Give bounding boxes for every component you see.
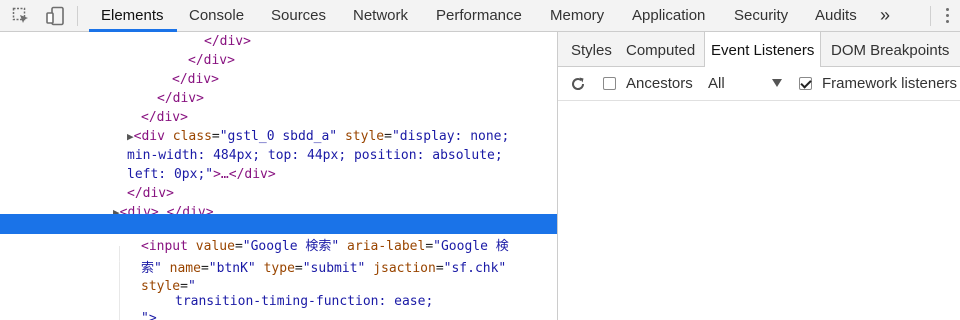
attribute-value: left: 0px;" [127, 167, 214, 182]
dom-node-line[interactable]: </div> [141, 108, 557, 127]
node-actions-ellipsis[interactable]: ... [4, 234, 27, 254]
refresh-icon[interactable] [570, 67, 586, 101]
attribute-name: aria-label [347, 239, 426, 254]
dom-node-line[interactable]: "> [141, 309, 557, 320]
attribute-value: "btnK" [208, 261, 256, 276]
event-listeners-toolbar: Ancestors All Framework listeners [558, 67, 960, 101]
attribute-value: "sf.chk" [443, 261, 507, 276]
opening-tag: <div [133, 129, 173, 144]
dom-node-line[interactable]: ▶<div class="gstl_0 sbdd_a" style="displ… [127, 127, 557, 146]
dom-node-line[interactable]: </div> [188, 51, 557, 70]
ancestors-label: Ancestors [626, 75, 693, 92]
framework-listeners-label: Framework listeners [822, 75, 958, 92]
device-toolbar-icon[interactable] [44, 5, 66, 27]
dom-node-line[interactable]: min-width: 484px; top: 44px; position: a… [127, 146, 557, 165]
tab-memory[interactable]: Memory [550, 0, 604, 31]
tab-dom-breakpoints[interactable]: DOM Breakpoints [831, 32, 949, 67]
tab-event-listeners[interactable]: Event Listeners [704, 32, 822, 67]
expand-triangle-icon[interactable]: ▶ [127, 130, 134, 143]
chevron-down-icon[interactable] [772, 79, 782, 87]
closing-tag: </div> [157, 91, 204, 106]
dom-node-line[interactable]: <input value="Google 検索" aria-label="Goo… [141, 235, 557, 259]
tab-console[interactable]: Console [189, 0, 244, 31]
attribute-value: "> [141, 311, 157, 320]
ancestors-checkbox[interactable] [603, 77, 616, 90]
tab-application[interactable]: Application [632, 0, 705, 31]
attribute-name: class [172, 129, 212, 144]
tab-sources[interactable]: Sources [271, 0, 326, 31]
closing-tag: </div> [188, 53, 235, 68]
tab-elements[interactable]: Elements [101, 0, 164, 31]
attribute-name: value [195, 239, 235, 254]
attribute-value: "Google 検索" [242, 239, 340, 254]
attribute-value: "submit" [302, 261, 366, 276]
elements-dom-tree: </div> </div> </div> </div> </div> ▶<div… [0, 32, 557, 320]
selected-dom-node[interactable]: ... ▼<center> == $0 [0, 214, 557, 271]
toolbar-separator [77, 6, 78, 26]
attribute-value: "display: none; [391, 129, 510, 144]
framework-listeners-checkbox[interactable] [799, 77, 812, 90]
tab-network[interactable]: Network [353, 0, 408, 31]
closing-tag: </div> [127, 186, 174, 201]
overflow-chevron-icon[interactable]: » [880, 0, 890, 31]
closing-tag: >…</div> [213, 167, 276, 182]
dom-node-line[interactable]: </div> [127, 184, 557, 203]
attribute-name: jsaction [373, 261, 436, 276]
listener-type-select[interactable]: All [708, 67, 725, 101]
attribute-value: "gstl_0 sbdd_a" [219, 129, 338, 144]
dom-node-line[interactable]: </div> [204, 32, 557, 51]
tab-computed[interactable]: Computed [626, 32, 695, 67]
attribute-name: style [344, 129, 385, 144]
opening-tag: <input [141, 239, 196, 254]
attribute-name: type [263, 261, 295, 276]
closing-tag: </div> [172, 72, 219, 87]
dom-node-line[interactable]: </div> [157, 89, 557, 108]
tab-security[interactable]: Security [734, 0, 788, 31]
closing-tag: </div> [141, 110, 188, 125]
tab-styles[interactable]: Styles [571, 32, 612, 67]
dom-node-line[interactable]: left: 0px;">…</div> [127, 165, 557, 184]
tab-performance[interactable]: Performance [436, 0, 522, 31]
sidebar-tabbar: Styles Computed Event Listeners DOM Brea… [558, 32, 960, 67]
tab-audits[interactable]: Audits [815, 0, 857, 31]
attribute-value: "Google 検 [433, 239, 509, 254]
attribute-value: min-width: 484px; top: 44px; position: a… [127, 148, 503, 163]
inspect-element-icon[interactable] [10, 5, 32, 27]
closing-tag: </div> [204, 34, 251, 49]
toolbar-separator [930, 6, 931, 26]
dom-node-line[interactable]: </div> [172, 70, 557, 89]
collapse-triangle-icon[interactable]: ▼ [113, 257, 120, 270]
attribute-value: 索" [141, 261, 162, 276]
attribute-name: name [169, 261, 201, 276]
attribute-value: transition-timing-function: ease; [175, 294, 434, 309]
devtools-toolbar: Elements Console Sources Network Perform… [0, 0, 960, 32]
kebab-menu-icon[interactable] [946, 8, 950, 24]
